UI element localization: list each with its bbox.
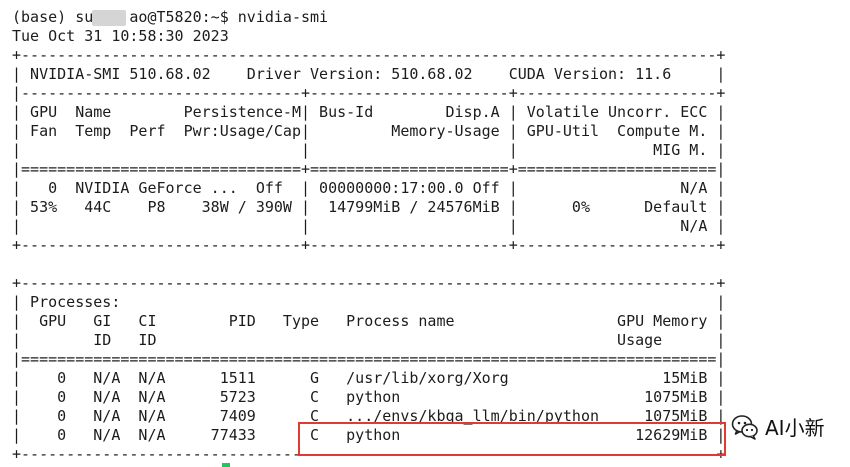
gpu-row-2: | 53% 44C P8 38W / 390W | 14799MiB / 245…	[12, 198, 726, 216]
wechat-icon	[731, 414, 758, 440]
gpu-row-1: | 0 NVIDIA GeForce ... Off | 00000000:17…	[12, 179, 726, 197]
table-separator: |-------------------------------+-------…	[12, 84, 726, 102]
gpu-header-row-1: | GPU Name Persistence-M| Bus-Id Disp.A …	[12, 103, 726, 121]
timestamp-line: Tue Oct 31 10:58:30 2023	[12, 27, 229, 45]
process-border-top: +---------------------------------------…	[12, 274, 726, 292]
gpu-header-row-2: | Fan Temp Perf Pwr:Usage/Cap| Memory-Us…	[12, 122, 726, 140]
process-header-2: | ID ID Usage |	[12, 331, 726, 349]
gpu-header-row-3: | | | MIG M. |	[12, 141, 726, 159]
process-row: | 0 N/A N/A 1511 G /usr/lib/xorg/Xorg 15…	[12, 369, 726, 387]
redacted-username	[92, 10, 126, 26]
version-line: | NVIDIA-SMI 510.68.02 Driver Version: 5…	[12, 65, 726, 83]
process-row: | 0 N/A N/A 5723 C python 1075MiB |	[12, 388, 726, 406]
process-header-1: | GPU GI CI PID Type Process name GPU Me…	[12, 312, 726, 330]
table-border-bottom: +-------------------------------+-------…	[12, 236, 726, 254]
highlight-annotation-box	[298, 422, 726, 456]
gpu-row-3: | | | N/A |	[12, 217, 726, 235]
watermark: AI小新	[731, 412, 825, 441]
terminal-cursor	[222, 463, 230, 467]
watermark-text: AI小新	[765, 416, 825, 440]
table-border-top: +---------------------------------------…	[12, 46, 726, 64]
prompt-line: (base) su ao@T5820:~$ nvidia-smi	[12, 8, 329, 26]
terminal-window[interactable]: (base) su ao@T5820:~$ nvidia-smi Tue Oct…	[0, 0, 850, 467]
header-divider: |===============================+=======…	[12, 160, 726, 178]
process-divider: |=======================================…	[12, 350, 726, 368]
processes-title: | Processes: |	[12, 293, 726, 311]
